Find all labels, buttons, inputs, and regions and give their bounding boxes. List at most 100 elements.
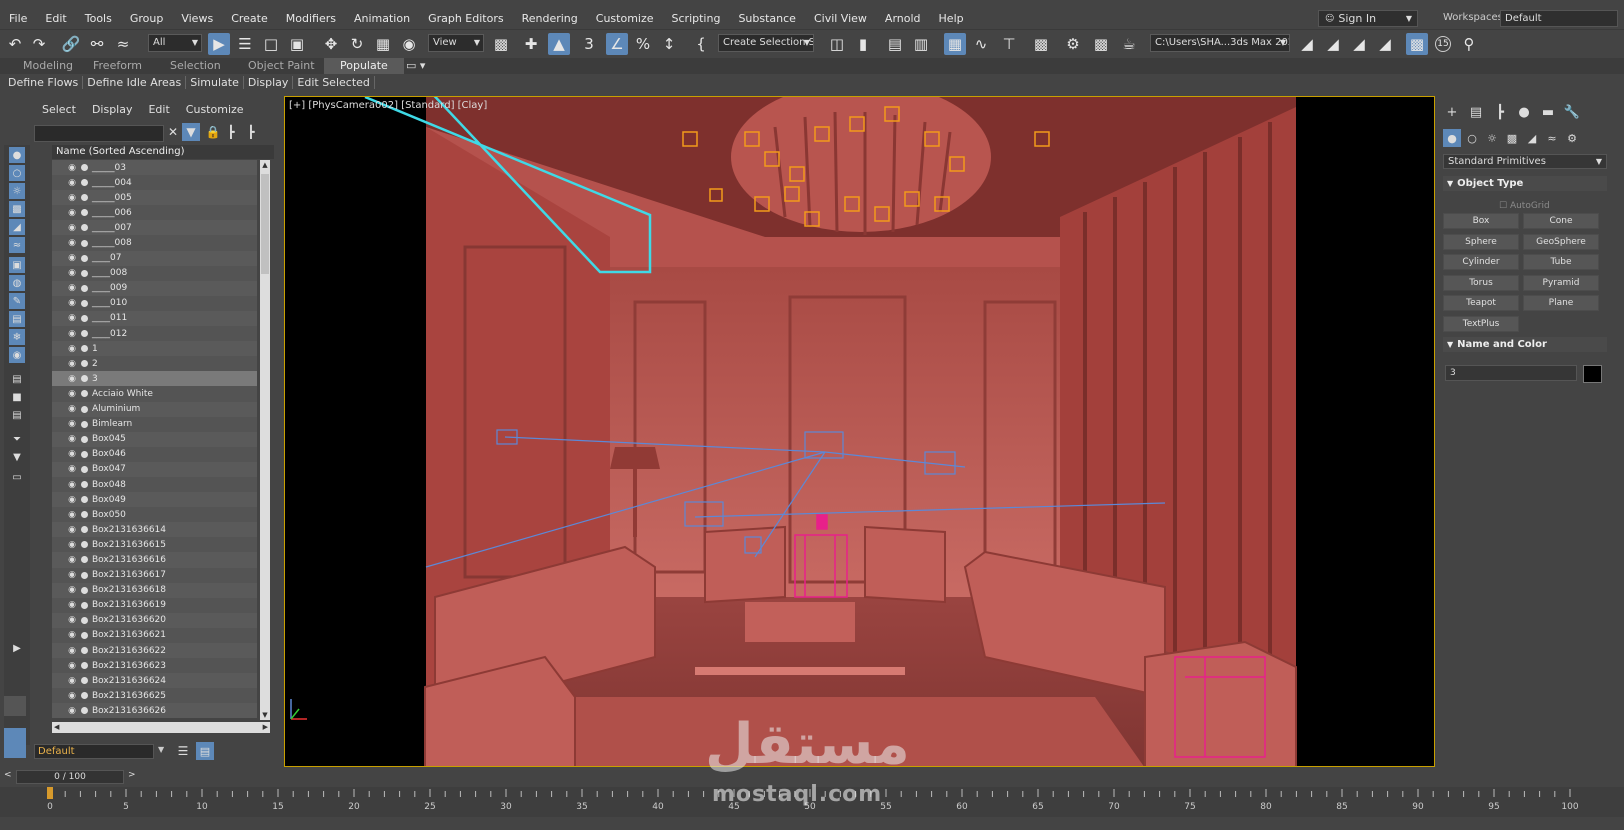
display-groups-icon[interactable]: ▣ <box>9 257 25 273</box>
menu-rendering[interactable]: Rendering <box>513 12 587 25</box>
define-idle-areas-button[interactable]: Define Idle Areas <box>83 76 187 89</box>
freeze-icon[interactable] <box>81 435 88 443</box>
list-item[interactable]: ◉ Box2131636623 <box>52 658 257 674</box>
menu-views[interactable]: Views <box>172 12 222 25</box>
create-tab-icon[interactable]: + <box>1443 103 1461 121</box>
viewport-label[interactable]: [+] [PhysCamera002] [Standard] [Clay] <box>289 100 487 111</box>
visibility-icon[interactable]: ◉ <box>66 646 78 656</box>
visibility-icon[interactable]: ◉ <box>66 525 78 535</box>
folder-icon[interactable]: ▭ <box>9 469 25 485</box>
list-item[interactable]: ◉ Box2131636626 <box>52 703 257 719</box>
explorer-menu-edit[interactable]: Edit <box>140 103 177 116</box>
modify-tab-icon[interactable]: ▤ <box>1467 103 1485 121</box>
cylinder-button[interactable]: Cylinder <box>1443 254 1519 270</box>
display-lights-icon[interactable]: ☼ <box>9 183 25 199</box>
tab-selection[interactable]: Selection <box>170 58 221 74</box>
list-item[interactable]: ◉ Box2131636624 <box>52 673 257 689</box>
edit-named-selection-icon[interactable]: { <box>690 33 712 55</box>
freeze-icon[interactable] <box>81 586 88 594</box>
ribbon-options-icon[interactable]: ▭ ▾ <box>406 58 425 74</box>
cameras-icon[interactable]: ▩ <box>1503 129 1521 147</box>
schematic-view-icon[interactable]: ⊤ <box>998 33 1020 55</box>
layer-hierarchy-icon[interactable]: ┣ <box>242 123 260 141</box>
freeze-icon[interactable] <box>81 239 88 247</box>
autogrid-checkbox[interactable]: ☐ AutoGrid <box>1499 201 1550 211</box>
select-by-name-icon[interactable]: ☰ <box>234 33 256 55</box>
visibility-icon[interactable]: ◉ <box>66 540 78 550</box>
torus-button[interactable]: Torus <box>1443 274 1519 291</box>
reference-coordinate-select[interactable]: View ▼ <box>428 34 484 52</box>
visibility-icon[interactable]: ◉ <box>66 238 78 248</box>
prev-frame-icon[interactable]: < <box>4 770 12 780</box>
sign-in-button[interactable]: ☺ Sign In ▼ <box>1318 10 1418 27</box>
expand-arrow-icon[interactable]: ▶ <box>9 640 25 656</box>
freeze-icon[interactable] <box>81 496 88 504</box>
selection-filter-select[interactable]: All ▼ <box>148 34 202 52</box>
freeze-icon[interactable] <box>81 360 88 368</box>
explorer-active-dock[interactable] <box>4 728 26 758</box>
menu-customize[interactable]: Customize <box>587 12 663 25</box>
explorer-menu-display[interactable]: Display <box>84 103 141 116</box>
select-object-icon[interactable]: ▶ <box>208 33 230 55</box>
visibility-icon[interactable]: ◉ <box>66 223 78 233</box>
arnold-render-icon[interactable]: ◢ <box>1322 33 1344 55</box>
display-bones-icon[interactable]: ✎ <box>9 293 25 309</box>
scroll-right-icon[interactable]: ▶ <box>263 722 268 733</box>
window-crossing-icon[interactable]: ▣ <box>286 33 308 55</box>
time-cursor[interactable] <box>47 787 53 799</box>
visibility-icon[interactable]: ◉ <box>66 404 78 414</box>
freeze-icon[interactable] <box>81 420 88 428</box>
filter-icon[interactable]: ▼ <box>182 123 200 141</box>
freeze-icon[interactable] <box>81 647 88 655</box>
list-item[interactable]: ◉ _____005 <box>52 190 257 206</box>
lock-icon[interactable]: 🔒 <box>204 123 222 141</box>
frame-counter[interactable]: 0 / 100 <box>16 770 124 784</box>
list-item[interactable]: ◉ Box2131636614 <box>52 522 257 538</box>
visibility-icon[interactable]: ◉ <box>66 193 78 203</box>
list-item[interactable]: ◉ Box2131636625 <box>52 688 257 704</box>
select-and-rotate-icon[interactable]: ↻ <box>346 33 368 55</box>
object-name-field[interactable]: 3 <box>1445 365 1577 381</box>
time-slider[interactable]: < 0 / 100 > <box>4 770 136 784</box>
list-item[interactable]: ◉ Box046 <box>52 446 257 462</box>
list-item[interactable]: ◉ _____004 <box>52 175 257 191</box>
menu-animation[interactable]: Animation <box>345 12 419 25</box>
visibility-icon[interactable]: ◉ <box>66 313 78 323</box>
menu-modifiers[interactable]: Modifiers <box>277 12 345 25</box>
motion-tab-icon[interactable]: ● <box>1515 103 1533 121</box>
select-manipulate-icon[interactable]: ✚ <box>520 33 542 55</box>
visibility-icon[interactable]: ◉ <box>66 389 78 399</box>
clear-search-icon[interactable]: ✕ <box>164 123 182 141</box>
visibility-icon[interactable]: ◉ <box>66 163 78 173</box>
visibility-icon[interactable]: ◉ <box>66 676 78 686</box>
display-shapes-icon[interactable]: ○ <box>9 165 25 181</box>
visibility-icon[interactable]: ◉ <box>66 434 78 444</box>
list-item[interactable]: ◉ Box047 <box>52 461 257 477</box>
filter-funnel-alt-icon[interactable]: ▼ <box>9 449 25 465</box>
arnold-ipr-icon[interactable]: ◢ <box>1348 33 1370 55</box>
menu-edit[interactable]: Edit <box>36 12 75 25</box>
edit-selected-button[interactable]: Edit Selected <box>293 76 375 89</box>
freeze-icon[interactable] <box>81 284 88 292</box>
visibility-icon[interactable]: ◉ <box>66 419 78 429</box>
menu-create[interactable]: Create <box>222 12 277 25</box>
redo-icon[interactable]: ↷ <box>28 33 50 55</box>
list-item[interactable]: ◉ ____012 <box>52 326 257 342</box>
simulate-button[interactable]: Simulate <box>186 76 244 89</box>
shapes-icon[interactable]: ○ <box>1463 129 1481 147</box>
select-and-place-icon[interactable]: ◉ <box>398 33 420 55</box>
explorer-horizontal-scrollbar[interactable]: ◀ ▶ <box>52 722 270 733</box>
scene-explorer-icon[interactable]: ▦ <box>944 33 966 55</box>
freeze-icon[interactable] <box>81 662 88 670</box>
spinner-snap-icon[interactable]: ↕ <box>658 33 680 55</box>
visibility-icon[interactable]: ◉ <box>66 374 78 384</box>
visibility-icon[interactable]: ◉ <box>66 480 78 490</box>
filter-funnel-icon[interactable]: ⏷ <box>9 431 25 447</box>
scroll-left-icon[interactable]: ◀ <box>54 722 59 733</box>
list-item[interactable]: ◉ Box2131636619 <box>52 597 257 613</box>
visibility-icon[interactable]: ◉ <box>66 298 78 308</box>
freeze-icon[interactable] <box>81 571 88 579</box>
pyramid-button[interactable]: Pyramid <box>1523 274 1599 291</box>
list-item[interactable]: ◉ Box2131636622 <box>52 643 257 659</box>
menu-scripting[interactable]: Scripting <box>663 12 730 25</box>
